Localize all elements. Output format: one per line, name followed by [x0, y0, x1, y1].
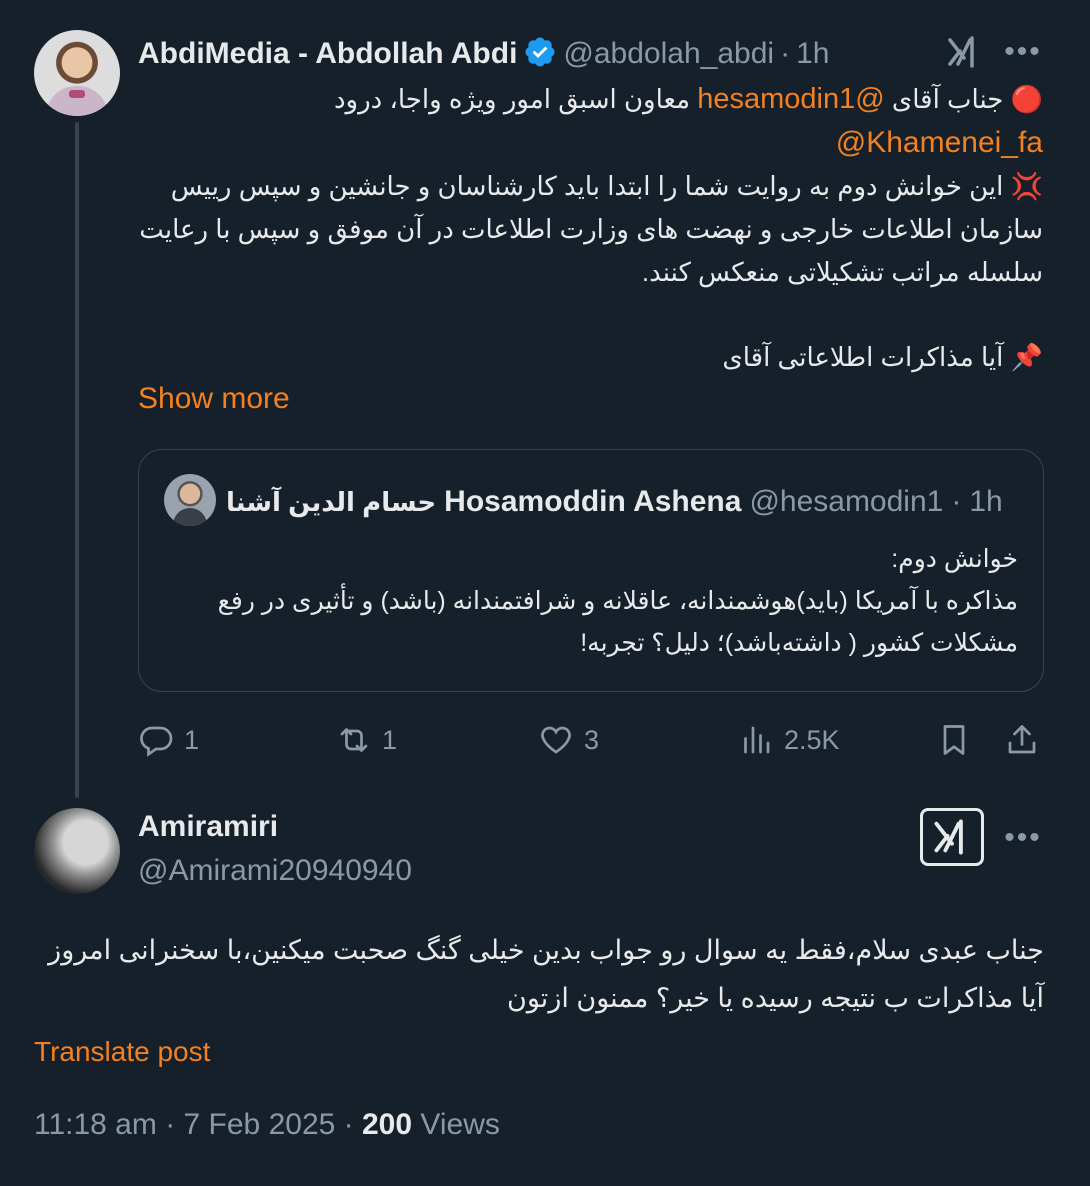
- tweet-question: 📌 آیا مذاکرات اطلاعاتی آقای: [138, 336, 1043, 379]
- quote-header: حسام الدین آشنا Hosamoddin Ashena @hesam…: [226, 480, 1003, 524]
- display-name[interactable]: AbdiMedia - Abdollah Abdi: [138, 37, 517, 71]
- bookmark-button[interactable]: [936, 720, 972, 760]
- mention-link[interactable]: @hesamodin1: [697, 83, 884, 115]
- share-button[interactable]: [1004, 720, 1040, 760]
- post-meta: 11:18 am · 7 Feb 2025 · 200 Views: [34, 1108, 500, 1142]
- separator-dot: ·: [165, 1108, 184, 1141]
- heart-icon: [541, 726, 571, 754]
- views-count: 200: [362, 1108, 413, 1141]
- grok-icon[interactable]: [944, 30, 984, 74]
- display-name[interactable]: Amiramiri: [138, 810, 278, 844]
- quote-name-fa[interactable]: حسام الدین آشنا: [226, 487, 436, 518]
- tweet-header: AbdiMedia - Abdollah Abdi @abdolah_abdi …: [138, 34, 829, 74]
- repost-button[interactable]: 1: [336, 720, 397, 760]
- tweet-paragraph: 💢 این خوانش دوم به روایت شما را ابتدا با…: [138, 165, 1043, 294]
- views-button[interactable]: 2.5K: [738, 720, 840, 760]
- post-date[interactable]: 7 Feb 2025: [184, 1108, 336, 1141]
- grok-button[interactable]: [920, 808, 984, 866]
- like-button[interactable]: 3: [538, 720, 599, 760]
- quote-timestamp[interactable]: 1h: [969, 485, 1002, 519]
- more-options-icon[interactable]: •••: [1000, 30, 1046, 74]
- separator-dot: ·: [343, 1108, 362, 1141]
- translate-post-link[interactable]: Translate post: [34, 1036, 210, 1068]
- handle[interactable]: @Amirami20940940: [138, 854, 412, 888]
- verified-icon: [523, 35, 557, 74]
- timestamp[interactable]: 1h: [796, 37, 829, 71]
- tweet-text: جناب آقای: [884, 84, 1004, 114]
- red-circle-icon: 🔴: [1010, 84, 1043, 114]
- bookmark-icon: [943, 725, 965, 755]
- mention-link[interactable]: @Khamenei_fa: [836, 126, 1043, 159]
- more-options-icon[interactable]: •••: [1000, 816, 1046, 860]
- thread-connector: [75, 122, 79, 798]
- tweet-text: آیا مذاکرات اطلاعاتی آقای: [722, 342, 1004, 372]
- quote-display-name[interactable]: Hosamoddin Ashena: [444, 485, 741, 519]
- quote-handle[interactable]: @hesamodin1: [749, 485, 943, 519]
- repost-count: 1: [382, 724, 398, 755]
- handle[interactable]: @abdolah_abdi: [563, 37, 774, 71]
- separator-dot: ·: [780, 37, 791, 70]
- share-icon: [1008, 725, 1036, 754]
- views-label: Views: [420, 1108, 500, 1141]
- show-more-link[interactable]: Show more: [138, 382, 290, 416]
- reply-button[interactable]: 1: [138, 720, 199, 760]
- tweet-text: معاون اسبق امور ویژه واجا، درود: [333, 84, 698, 114]
- avatar[interactable]: [164, 474, 216, 526]
- anger-icon: 💢: [1010, 171, 1043, 201]
- reply-icon: [140, 726, 173, 757]
- tweet-line-2: @Khamenei_fa: [138, 121, 1043, 164]
- analytics-icon: [744, 726, 770, 754]
- repost-icon: [340, 728, 368, 752]
- grok-icon: [934, 819, 963, 855]
- reply-text: جناب عبدی سلام،فقط یه سوال رو جواب بدین …: [48, 935, 1044, 1013]
- pushpin-icon: 📌: [1010, 342, 1043, 372]
- quote-text: خوانش دوم: مذاکره با آمریکا (باید)هوشمند…: [217, 545, 1018, 657]
- reply-count: 1: [184, 724, 200, 755]
- avatar[interactable]: [34, 808, 120, 894]
- separator-dot: ·: [951, 485, 962, 518]
- post-time[interactable]: 11:18 am: [34, 1108, 157, 1141]
- like-count: 3: [584, 724, 600, 755]
- tweet-line-1: 🔴 جناب آقای @hesamodin1 معاون اسبق امور …: [138, 78, 1043, 121]
- tweet-text: این خوانش دوم به روایت شما را ابتدا باید…: [139, 171, 1043, 287]
- avatar[interactable]: [34, 30, 120, 116]
- view-count: 2.5K: [784, 724, 840, 755]
